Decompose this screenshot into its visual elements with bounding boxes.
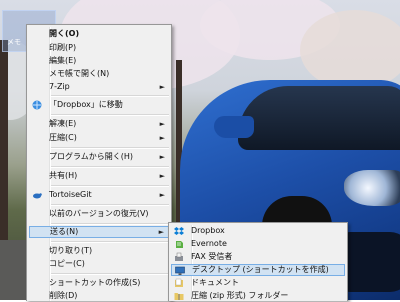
send-to-documents[interactable]: ドキュメント (171, 277, 345, 289)
send-to-dropbox[interactable]: Dropbox (171, 225, 345, 237)
menu-item-delete[interactable]: 削除(D) (29, 290, 169, 302)
menu-item-restore-previous[interactable]: 以前のバージョンの復元(V) (29, 208, 169, 220)
documents-icon (175, 278, 183, 287)
menu-item-label: コピー(C) (49, 259, 85, 268)
dropbox-globe-icon (32, 100, 42, 110)
tree-trunk (0, 40, 8, 240)
menu-item-label: ドキュメント (191, 278, 239, 287)
menu-item-label: 編集(E) (49, 56, 77, 65)
menu-item-label: Evernote (191, 239, 227, 248)
menu-separator (51, 95, 169, 97)
menu-item-label: TortoiseGit (49, 190, 92, 199)
fax-icon (175, 252, 183, 261)
menu-item-open-with[interactable]: プログラムから開く(H) ► (29, 151, 169, 163)
evernote-icon (176, 241, 183, 248)
menu-item-label: 切り取り(T) (49, 246, 93, 255)
menu-separator (51, 114, 169, 116)
menu-item-create-shortcut[interactable]: ショートカットの作成(S) (29, 277, 169, 289)
menu-separator (51, 223, 169, 225)
menu-item-move-to-dropbox[interactable]: 「Dropbox」に移動 (29, 99, 169, 111)
send-to-fax[interactable]: FAX 受信者 (171, 251, 345, 263)
menu-item-label: FAX 受信者 (191, 252, 233, 261)
menu-item-print[interactable]: 印刷(P) (29, 42, 169, 54)
menu-separator (51, 204, 169, 206)
send-to-desktop-shortcut[interactable]: デスクトップ (ショートカットを作成) (171, 264, 345, 276)
submenu-arrow-icon: ► (159, 153, 165, 161)
submenu-arrow-icon: ► (159, 134, 165, 142)
menu-item-label: ショートカットの作成(S) (49, 278, 141, 287)
menu-item-label: メモ帳で開く(N) (49, 69, 110, 78)
submenu-arrow-icon: ► (159, 83, 165, 91)
menu-item-label: 解凍(E) (49, 119, 77, 128)
menu-item-compress[interactable]: 圧縮(C) ► (29, 132, 169, 144)
menu-item-label: 印刷(P) (49, 43, 77, 52)
car-mirror (214, 116, 254, 138)
menu-item-label: 削除(D) (49, 291, 78, 300)
menu-item-label: 共有(H) (49, 171, 78, 180)
menu-item-label: 以前のバージョンの復元(V) (49, 209, 149, 218)
send-to-evernote[interactable]: Evernote (171, 238, 345, 250)
menu-item-edit[interactable]: 編集(E) (29, 55, 169, 67)
menu-item-label: 「Dropbox」に移動 (49, 100, 123, 109)
cherry-blossom (300, 10, 400, 90)
menu-item-label: プログラムから開く(H) (49, 152, 134, 161)
menu-separator (51, 241, 169, 243)
context-menu: 開く(O) 印刷(P) 編集(E) メモ帳で開く(N) 7-Zip ► 「Drop… (26, 24, 172, 301)
desktop-file-label: メモ (7, 38, 21, 46)
car-headlight (344, 170, 400, 206)
menu-item-label: デスクトップ (ショートカットを作成) (192, 265, 329, 274)
send-to-submenu: Dropbox Evernote FAX 受信者 デスクトップ (ショートカット… (168, 222, 348, 301)
menu-item-open[interactable]: 開く(O) (29, 28, 169, 40)
submenu-arrow-icon: ► (158, 228, 164, 236)
menu-separator (51, 166, 169, 168)
menu-item-open-notepad[interactable]: メモ帳で開く(N) (29, 68, 169, 80)
menu-item-7zip[interactable]: 7-Zip ► (29, 81, 169, 93)
dropbox-icon (174, 227, 184, 235)
menu-separator (51, 185, 169, 187)
car-windshield (238, 86, 400, 150)
submenu-arrow-icon: ► (159, 172, 165, 180)
menu-separator (51, 147, 169, 149)
send-to-zip-folder[interactable]: 圧縮 (zip 形式) フォルダー (171, 290, 345, 302)
menu-item-label: 送る(N) (50, 227, 79, 236)
menu-item-share[interactable]: 共有(H) ► (29, 170, 169, 182)
menu-item-cut[interactable]: 切り取り(T) (29, 245, 169, 257)
tortoisegit-icon (33, 193, 42, 199)
submenu-arrow-icon: ► (159, 191, 165, 199)
menu-item-extract[interactable]: 解凍(E) ► (29, 118, 169, 130)
desktop-icon (175, 266, 185, 275)
menu-item-label: 7-Zip (49, 82, 70, 91)
menu-item-label: 圧縮 (zip 形式) フォルダー (191, 291, 289, 300)
menu-item-send-to[interactable]: 送る(N) ► (29, 226, 169, 238)
submenu-arrow-icon: ► (159, 120, 165, 128)
menu-item-label: 開く(O) (49, 29, 80, 38)
menu-item-label: Dropbox (191, 226, 225, 235)
menu-item-label: 圧縮(C) (49, 133, 77, 142)
menu-item-tortoisegit[interactable]: TortoiseGit ► (29, 189, 169, 201)
menu-separator (51, 273, 169, 275)
menu-item-copy[interactable]: コピー(C) (29, 258, 169, 270)
